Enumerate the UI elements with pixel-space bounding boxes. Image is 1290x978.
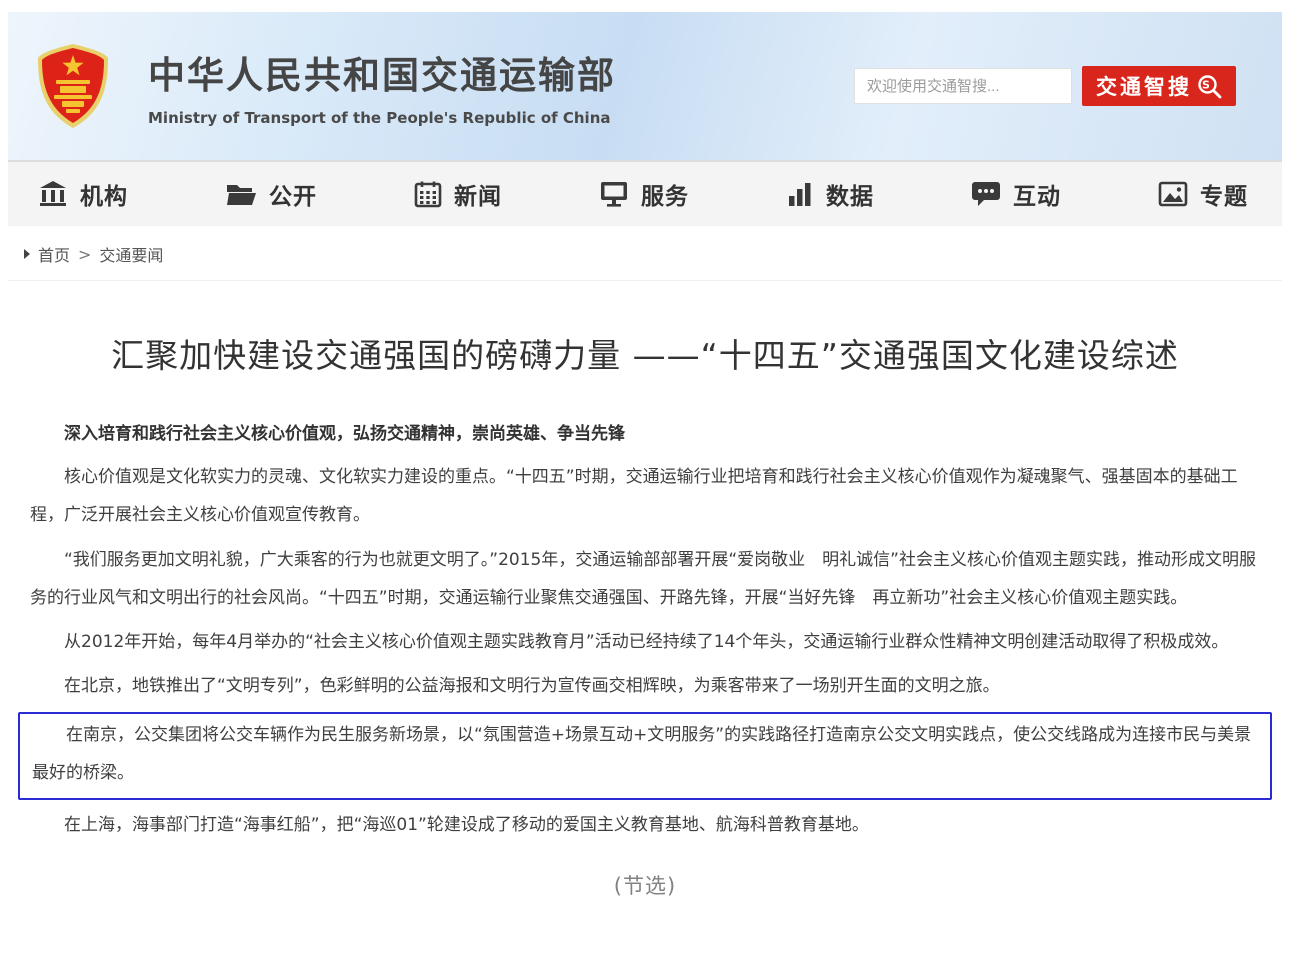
search-area: 交通智搜 S [854,66,1236,106]
nav-item-topics[interactable]: 专题 [1158,177,1248,211]
nav-item-services[interactable]: 服务 [599,177,689,211]
breadcrumb-current[interactable]: 交通要闻 [99,242,163,266]
search-s-magnifier-icon: S [1196,73,1222,99]
nav-label: 机构 [80,177,128,211]
nav-label: 互动 [1013,177,1061,211]
article-title: 汇聚加快建设交通强国的磅礴力量 ——“十四五”交通强国文化建设综述 [30,329,1260,377]
article-paragraph: “我们服务更加文明礼貌，广大乘客的行为也就更文明了。”2015年，交通运输部部署… [30,541,1260,618]
main-nav: 机构 公开 新闻 [8,160,1282,226]
nav-label: 公开 [269,177,317,211]
site-identity: 中华人民共和国交通运输部 Ministry of Transport of th… [148,45,854,127]
calendar-icon [414,180,442,208]
article-paragraph: 在北京，地铁推出了“文明专列”，色彩鲜明的公益海报和文明行为宣传画交相辉映，为乘… [30,667,1260,705]
article-paragraph: 在上海，海事部门打造“海事红船”，把“海巡01”轮建设成了移动的爱国主义教育基地… [30,806,1260,844]
site-header: 中华人民共和国交通运输部 Ministry of Transport of th… [8,12,1282,160]
nav-item-news[interactable]: 新闻 [414,177,502,211]
nav-label: 数据 [826,177,874,211]
site-subtitle: Ministry of Transport of the People's Re… [148,109,854,127]
breadcrumb-separator: > [78,245,91,264]
folder-icon [225,180,257,208]
search-input[interactable] [854,68,1072,104]
nav-label: 专题 [1200,177,1248,211]
nav-label: 服务 [641,177,689,211]
page: 中华人民共和国交通运输部 Ministry of Transport of th… [0,0,1290,900]
site-title: 中华人民共和国交通运输部 [148,45,854,99]
breadcrumb: 首页 > 交通要闻 [8,226,1282,281]
bank-icon [38,179,68,209]
svg-text:S: S [1202,79,1213,92]
excerpt-note: (节选) [30,870,1260,900]
nav-item-disclosure[interactable]: 公开 [225,177,317,211]
smart-search-button[interactable]: 交通智搜 S [1082,66,1236,106]
article: 汇聚加快建设交通强国的磅礴力量 ——“十四五”交通强国文化建设综述 深入培育和践… [8,281,1282,900]
breadcrumb-arrow-icon [24,249,30,259]
nav-label: 新闻 [454,177,502,211]
nav-item-interaction[interactable]: 互动 [971,177,1061,211]
article-paragraph: 核心价值观是文化软实力的灵魂、文化软实力建设的重点。“十四五”时期，交通运输行业… [30,458,1260,535]
nav-item-institutions[interactable]: 机构 [38,177,128,211]
bar-chart-icon [786,180,814,208]
national-emblem-icon [36,42,110,130]
monitor-icon [599,180,629,208]
article-paragraph: 从2012年开始，每年4月举办的“社会主义核心价值观主题实践教育月”活动已经持续… [30,623,1260,661]
nav-item-data[interactable]: 数据 [786,177,874,211]
search-button-label: 交通智搜 [1096,71,1192,101]
article-paragraph-highlighted: 在南京，公交集团将公交车辆作为民生服务新场景，以“氛围营造+场景互动+文明服务”… [18,712,1272,801]
article-lede: 深入培育和践行社会主义核心价值观，弘扬交通精神，崇尚英雄、争当先锋 [30,421,1260,448]
speech-bubble-icon [971,180,1001,208]
breadcrumb-home-link[interactable]: 首页 [38,242,70,266]
picture-icon [1158,181,1188,207]
